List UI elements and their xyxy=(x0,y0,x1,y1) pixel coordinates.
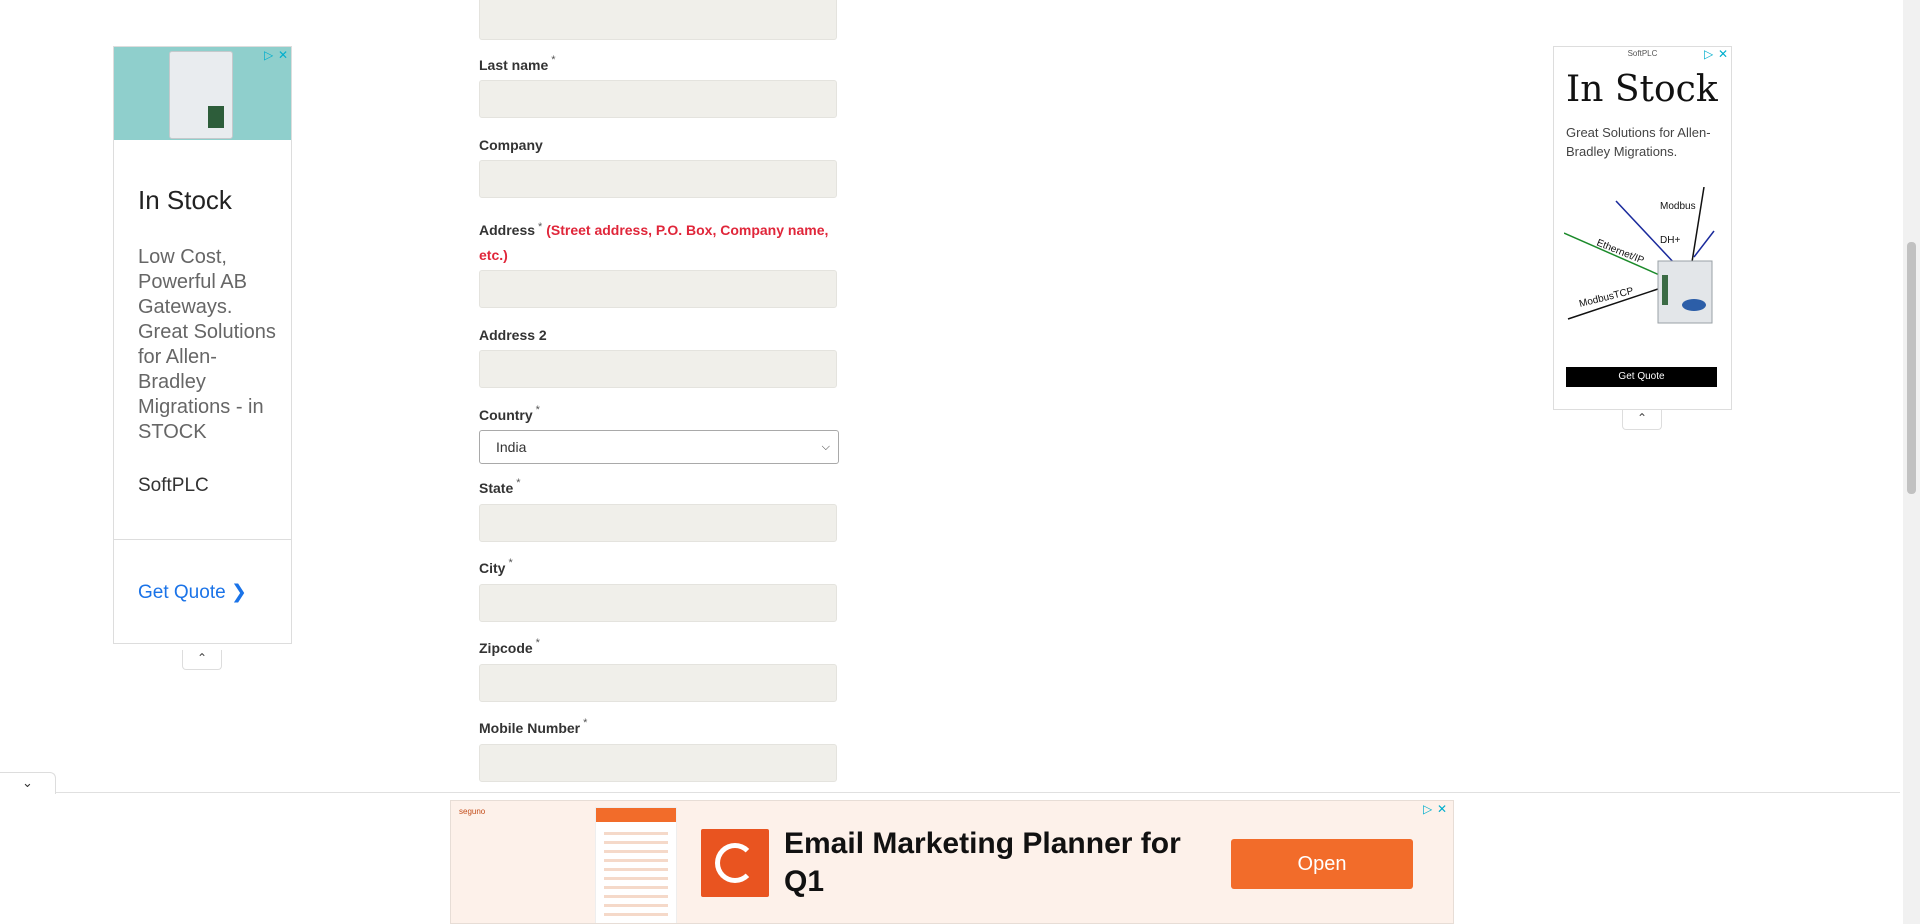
ad-headline[interactable]: In Stock xyxy=(1566,69,1718,110)
diagram-label: Modbus xyxy=(1660,201,1696,212)
planner-preview-image xyxy=(595,807,677,923)
anchor-ad-collapse-button[interactable]: ⌄ xyxy=(0,772,56,794)
chevron-up-icon: ⌃ xyxy=(1636,411,1648,425)
page-scrollbar[interactable] xyxy=(1903,0,1920,924)
get-quote-button[interactable]: Get Quote xyxy=(1566,367,1717,387)
state-input[interactable] xyxy=(479,504,837,542)
address-input[interactable] xyxy=(479,270,837,308)
city-input[interactable] xyxy=(479,584,837,622)
gateway-device-image xyxy=(169,51,233,139)
close-icon[interactable]: ✕ xyxy=(278,49,290,61)
close-icon[interactable]: ✕ xyxy=(1437,803,1449,815)
ad-description[interactable]: Great Solutions for Allen-Bradley Migrat… xyxy=(1566,123,1722,161)
left-ad[interactable]: ▷ ✕ In Stock Low Cost, Powerful AB Gatew… xyxy=(113,46,292,644)
zipcode-input[interactable] xyxy=(479,664,837,702)
right-ad-collapse-button[interactable]: ⌃ xyxy=(1622,410,1662,430)
ad-brand[interactable]: SoftPLC xyxy=(138,475,209,497)
company-input[interactable] xyxy=(479,160,837,198)
diagram-label: DH+ xyxy=(1660,235,1680,246)
country-select[interactable]: India ⌵ xyxy=(479,430,839,464)
zipcode-label: Zipcode * xyxy=(479,637,540,656)
mobile-label: Mobile Number * xyxy=(479,717,588,736)
address-label: Address * (Street address, P.O. Box, Comp… xyxy=(479,221,829,263)
seguno-logo: seguno xyxy=(459,807,486,816)
chevron-right-icon: ❯ xyxy=(230,582,247,603)
diagram-label: Ethernet/IP xyxy=(1595,238,1646,267)
close-icon[interactable]: ✕ xyxy=(1718,48,1730,60)
open-button[interactable]: Open xyxy=(1231,839,1413,889)
state-label: State * xyxy=(479,477,521,496)
company-label: Company xyxy=(479,137,543,153)
scrollbar-thumb[interactable] xyxy=(1907,242,1916,494)
mobile-input[interactable] xyxy=(479,744,837,782)
seguno-app-icon xyxy=(701,829,769,897)
divider xyxy=(114,539,291,540)
chevron-up-icon: ⌃ xyxy=(196,651,208,665)
chevron-down-icon: ⌵ xyxy=(821,441,830,453)
address2-label: Address 2 xyxy=(479,327,547,343)
chevron-down-icon: ⌄ xyxy=(22,775,33,790)
ad-headline[interactable]: In Stock xyxy=(138,185,232,216)
adchoices-icon[interactable]: ▷ xyxy=(264,49,276,61)
city-label: City * xyxy=(479,557,513,576)
right-ad[interactable]: SoftPLC ▷ ✕ In Stock Great Solutions for… xyxy=(1553,46,1732,410)
adchoices-icon[interactable]: ▷ xyxy=(1423,803,1435,815)
get-quote-link[interactable]: Get Quote ❯ xyxy=(138,581,247,604)
bottom-anchor-ad[interactable]: seguno Email Marketing Planner for Q1 Op… xyxy=(450,800,1454,924)
last-name-input[interactable] xyxy=(479,80,837,118)
anchor-ad-divider xyxy=(0,792,1900,793)
first-name-input[interactable] xyxy=(479,0,837,40)
last-name-label: Last name * xyxy=(479,54,556,73)
adchoices-icon[interactable]: ▷ xyxy=(1704,48,1716,60)
address2-input[interactable] xyxy=(479,350,837,388)
country-label: Country * xyxy=(479,404,540,423)
left-ad-collapse-button[interactable]: ⌃ xyxy=(182,650,222,670)
network-diagram-image: Modbus DH+ Ethernet/IP ModbusTCP xyxy=(1564,187,1715,324)
ad-description[interactable]: Low Cost, Powerful AB Gateways. Great So… xyxy=(138,245,278,445)
ad-title[interactable]: Email Marketing Planner for Q1 xyxy=(784,825,1224,901)
